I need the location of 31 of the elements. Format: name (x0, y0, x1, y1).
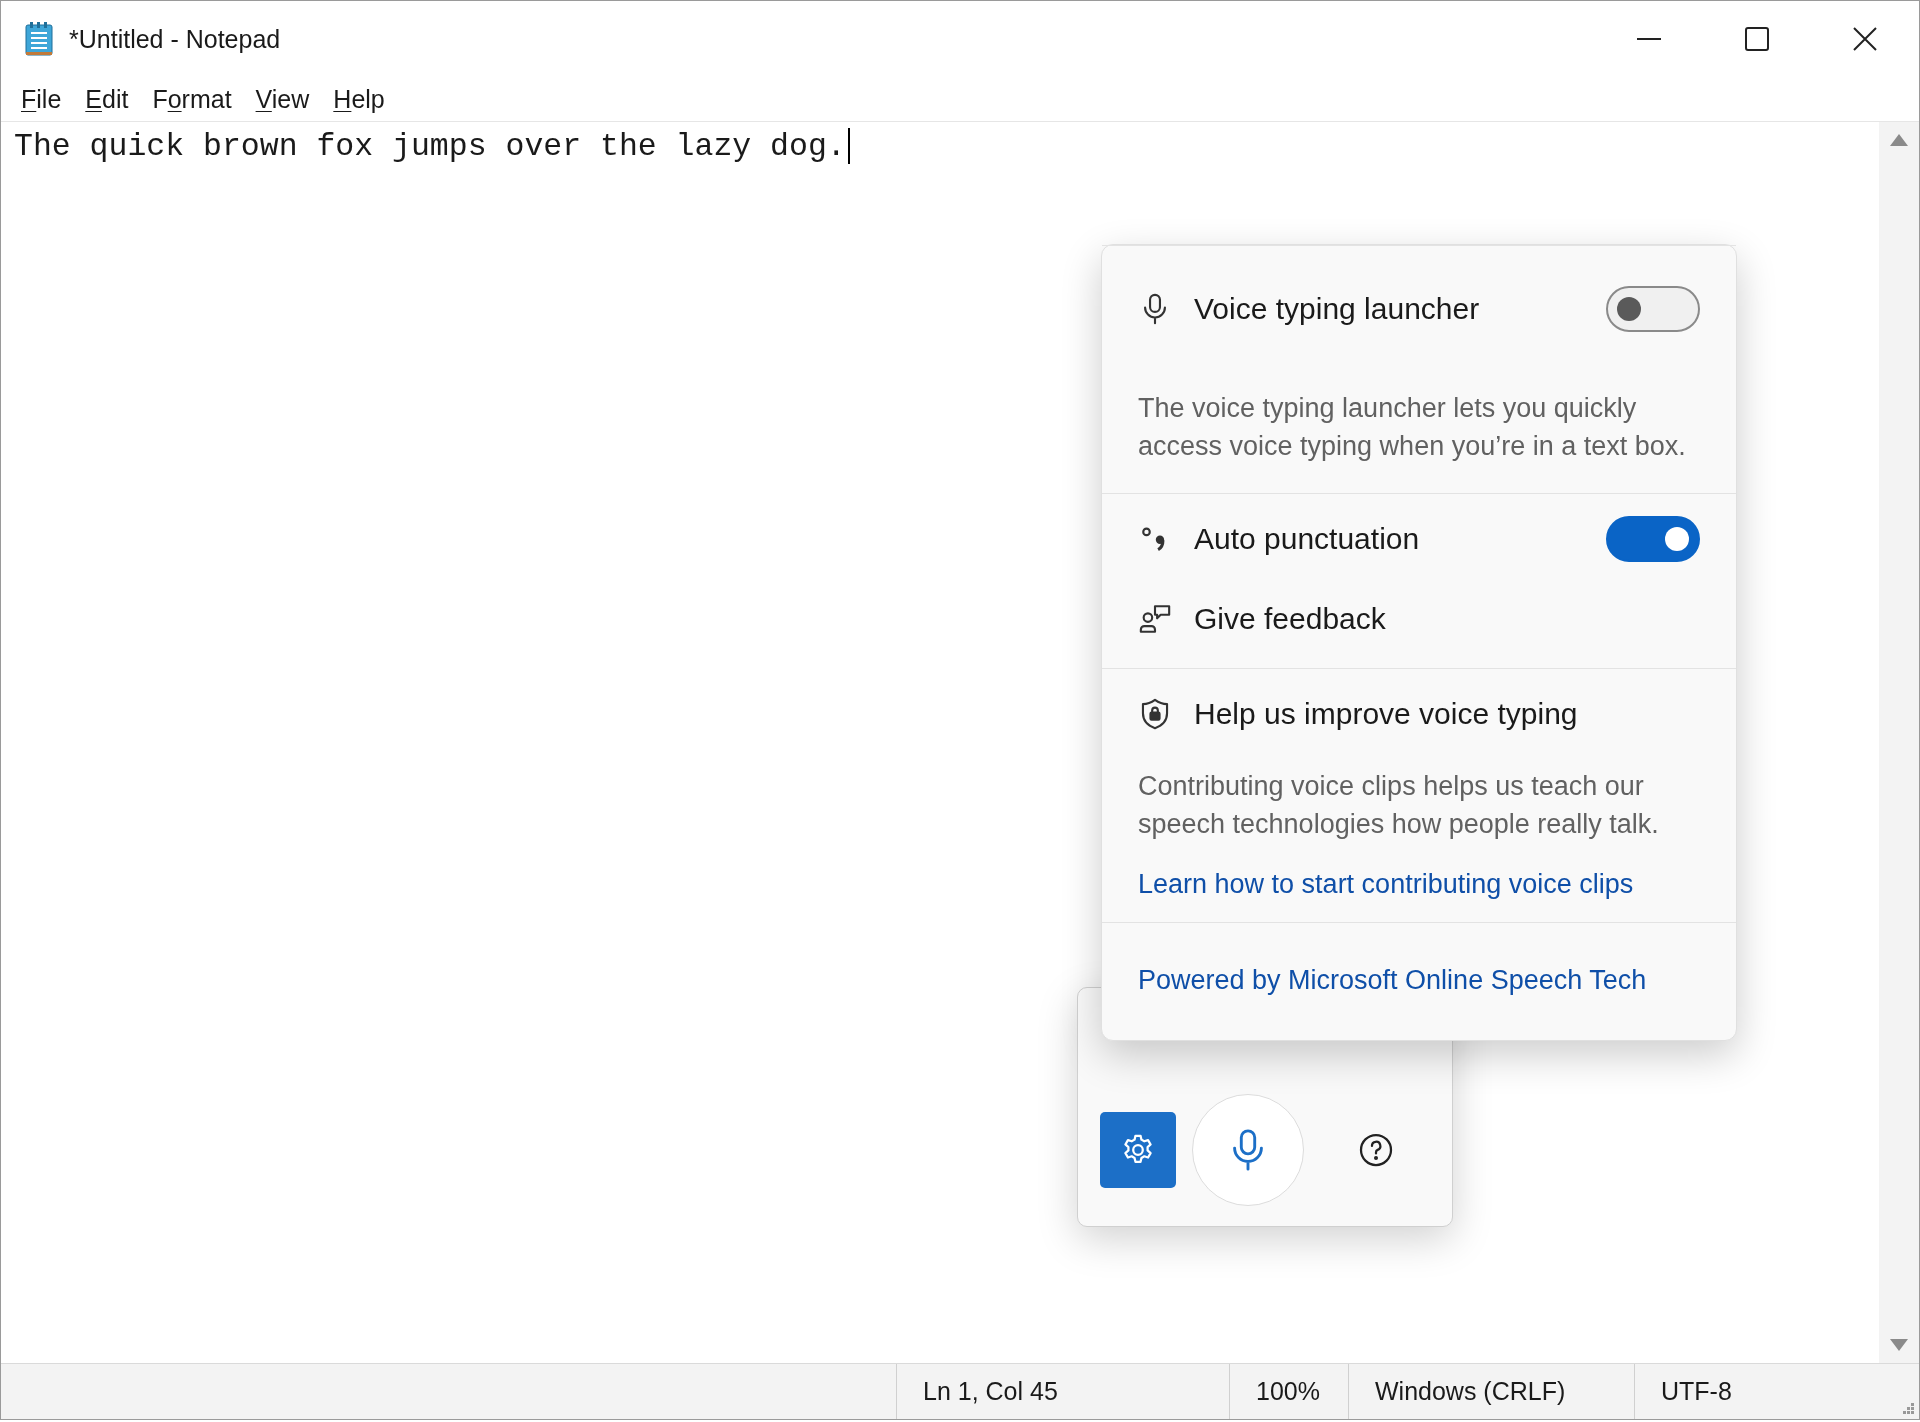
setting-description: The voice typing launcher lets you quickly access voice typing when you’re in a text box. (1138, 392, 1687, 463)
status-text: Ln 1, Col 45 (896, 1364, 1229, 1419)
toggle-switch[interactable] (1606, 516, 1700, 562)
setting-title: Voice typing launcher (1194, 292, 1481, 326)
menu-item[interactable]: Edit (73, 80, 141, 118)
help-icon (1358, 1132, 1394, 1168)
settings-button[interactable] (1100, 1112, 1176, 1188)
powered-by-link[interactable]: Powered by Microsoft Online Speech Tech (1138, 965, 1647, 996)
menu-item[interactable]: View (243, 80, 322, 118)
window-title: *Untitled - Notepad (69, 24, 282, 54)
maximize-icon (1745, 27, 1769, 51)
learn-more-link[interactable]: Learn how to start contributing voice clips (1138, 869, 1634, 900)
scroll-down-arrow-icon[interactable] (1890, 1339, 1908, 1351)
feedback-icon (1138, 602, 1172, 636)
setting-title: Help us improve voice typing (1194, 697, 1579, 731)
menu-item[interactable]: Help (321, 80, 397, 118)
status-text: UTF-8 (1634, 1364, 1881, 1419)
menu-item[interactable]: Format (140, 80, 244, 118)
setting-description: Contributing voice clips helps us teach our speech technologies how people really talk. (1138, 770, 1660, 841)
document-text: The quick brown fox jumps over the lazy dog. (14, 128, 846, 166)
setting-title: Auto punctuation (1194, 522, 1421, 556)
feedback-item[interactable]: Give feedback (1194, 602, 1700, 636)
close-icon (1853, 27, 1877, 51)
minimize-icon (1637, 38, 1661, 40)
notepad-icon (23, 21, 55, 57)
menu-item[interactable]: File (9, 80, 74, 118)
text-cursor (847, 128, 850, 164)
status-text: Windows (CRLF) (1348, 1364, 1634, 1419)
scroll-up-arrow-icon[interactable] (1890, 134, 1908, 146)
toggle-switch[interactable] (1606, 286, 1700, 332)
status-text: 100% (1229, 1364, 1348, 1419)
